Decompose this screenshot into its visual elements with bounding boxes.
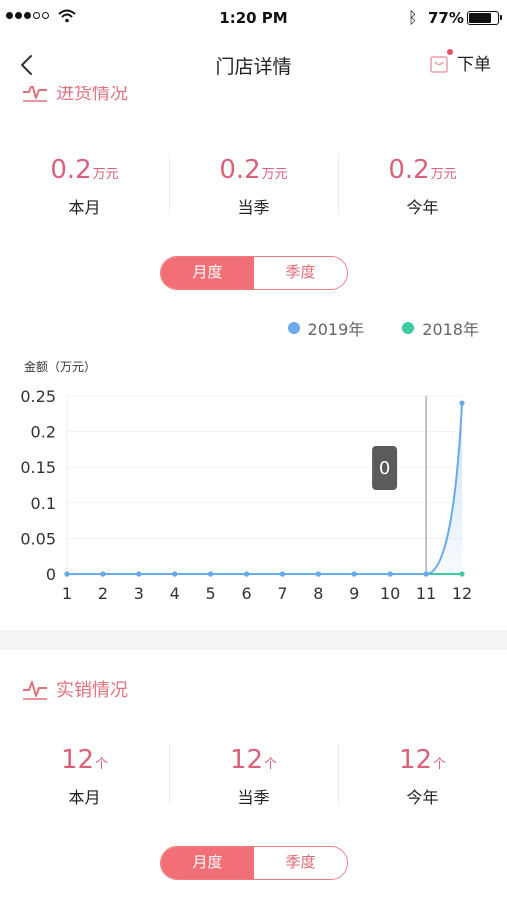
stat-quarter: 0.2万元 当季 <box>169 154 338 218</box>
x-tick-label: 11 <box>416 584 436 603</box>
y-tick-label: 0.25 <box>20 387 56 406</box>
x-tick-label: 10 <box>380 584 400 603</box>
stat-unit: 万元 <box>430 167 457 182</box>
data-point <box>423 571 429 577</box>
legend-item-2019[interactable]: 2019年 <box>287 316 365 340</box>
legend-dot <box>287 322 300 334</box>
stat-value: 0.2 <box>388 155 430 185</box>
x-tick-label: 2 <box>98 584 108 603</box>
x-tick-label: 6 <box>241 584 251 603</box>
stat-label: 当季 <box>237 788 270 807</box>
purchase-section-header: 进货情况 <box>22 86 128 112</box>
sales-stats: 12个 本月 12个 当季 12个 今年 <box>0 744 507 808</box>
x-tick-label: 9 <box>349 584 359 603</box>
nav-bar: 门店详情 下单 <box>0 36 507 92</box>
legend-dot <box>402 322 415 334</box>
stat-label: 今年 <box>406 198 439 217</box>
stat-unit: 万元 <box>92 167 119 182</box>
stat-month: 0.2万元 本月 <box>0 154 169 218</box>
stat-unit: 个 <box>264 757 278 772</box>
purchase-period-toggle: 月度 季度 <box>160 256 348 290</box>
y-tick-label: 0.05 <box>20 529 56 548</box>
stat-quarter: 12个 当季 <box>169 744 338 808</box>
data-point <box>100 571 106 577</box>
y-tick-label: 0 <box>46 565 56 584</box>
purchase-section-title: 进货情况 <box>56 86 128 104</box>
data-point <box>136 571 142 577</box>
sales-section-title: 实销情况 <box>56 680 128 701</box>
legend-label: 2019年 <box>307 320 365 339</box>
stat-label: 本月 <box>68 198 101 217</box>
battery-icon <box>467 11 502 25</box>
stat-value: 12 <box>398 745 433 775</box>
sales-period-toggle: 月度 季度 <box>160 846 348 880</box>
data-point <box>243 571 250 577</box>
stat-unit: 个 <box>433 757 447 772</box>
data-point <box>64 571 70 577</box>
legend-label: 2018年 <box>422 320 479 339</box>
tab-quarterly[interactable]: 季度 <box>254 847 347 879</box>
notification-dot <box>447 48 453 55</box>
data-point <box>172 571 178 577</box>
stat-unit: 个 <box>95 757 109 772</box>
data-point <box>459 400 465 406</box>
x-tick-label: 3 <box>134 584 144 603</box>
tab-monthly[interactable]: 月度 <box>161 847 254 879</box>
stat-month: 12个 本月 <box>0 744 169 808</box>
section-divider <box>0 630 507 650</box>
tab-quarterly[interactable]: 季度 <box>254 257 347 289</box>
data-point <box>351 571 357 577</box>
data-point <box>315 571 321 577</box>
order-label: 下单 <box>457 55 491 75</box>
stat-value: 0.2 <box>50 155 92 185</box>
pulse-icon <box>23 681 47 700</box>
stat-label: 今年 <box>406 788 439 807</box>
tooltip-value: 0 <box>379 458 390 479</box>
legend-item-2018[interactable]: 2018年 <box>402 316 479 340</box>
purchase-stats: 0.2万元 本月 0.2万元 当季 0.2万元 今年 <box>0 154 507 218</box>
x-tick-label: 4 <box>170 584 180 603</box>
data-point <box>208 571 214 577</box>
stat-label: 当季 <box>237 198 270 217</box>
stat-value: 12 <box>60 745 95 775</box>
chart-legend: 2019年 2018年 <box>287 316 479 340</box>
battery-percent: 77% <box>428 9 464 27</box>
data-point <box>459 571 465 577</box>
stat-label: 本月 <box>68 788 101 807</box>
y-tick-label: 0.2 <box>31 423 56 442</box>
x-tick-label: 12 <box>452 584 472 603</box>
order-button[interactable]: 下单 <box>429 48 491 75</box>
status-bar: 1:20 PM ᛒ 77% <box>0 0 507 36</box>
x-tick-label: 7 <box>277 584 287 603</box>
stat-value: 0.2 <box>219 155 261 185</box>
stat-year: 0.2万元 今年 <box>338 154 507 218</box>
purchase-line-chart[interactable]: 00.050.10.150.20.251 2 3 4 5 6 7 8 9 10 11 120 <box>0 376 507 616</box>
data-point <box>279 571 286 577</box>
shopping-bag-icon <box>429 48 453 74</box>
x-tick-label: 5 <box>206 584 216 603</box>
stat-unit: 万元 <box>261 167 288 182</box>
series-line <box>67 403 463 575</box>
series-area-2019年 <box>67 403 462 574</box>
stat-year: 12个 今年 <box>338 744 507 808</box>
stat-value: 12 <box>229 745 264 775</box>
tab-monthly[interactable]: 月度 <box>161 257 254 289</box>
sales-section-header: 实销情况 <box>22 676 128 702</box>
x-tick-label: 8 <box>313 584 323 603</box>
bluetooth-icon: ᛒ <box>408 8 418 27</box>
pulse-icon <box>23 86 47 102</box>
y-tick-label: 0.1 <box>31 494 56 513</box>
x-tick-label: 1 <box>62 584 72 603</box>
y-tick-label: 0.15 <box>20 458 56 477</box>
y-axis-label: 金额（万元） <box>24 360 97 374</box>
data-point <box>387 571 393 577</box>
